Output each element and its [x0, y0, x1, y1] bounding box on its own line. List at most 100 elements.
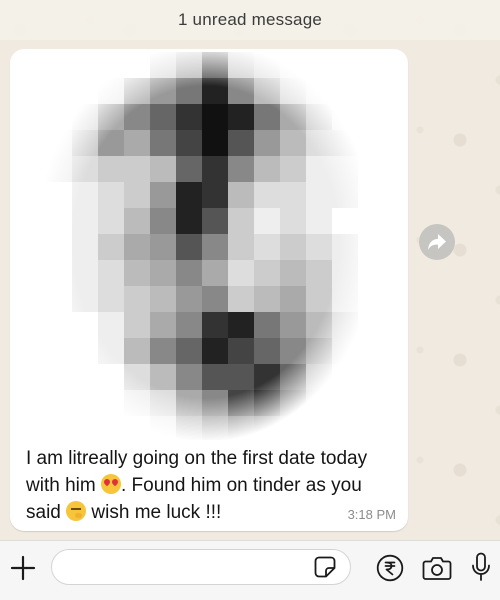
photo-pixel [306, 156, 332, 182]
photo-pixel [254, 364, 280, 390]
photo-pixel [72, 234, 98, 260]
photo-pixel [72, 208, 98, 234]
photo-pixel [46, 78, 72, 104]
photo-pixel [98, 390, 124, 416]
photo-pixel [72, 338, 98, 364]
photo-pixel [228, 234, 254, 260]
photo-pixel [98, 416, 124, 440]
photo-pixel [332, 390, 358, 416]
photo-pixel [176, 312, 202, 338]
photo-pixel [228, 312, 254, 338]
photo-pixel [358, 364, 384, 390]
photo-pixel [228, 52, 254, 78]
photo-pixel [358, 260, 384, 286]
photo-pixel [228, 78, 254, 104]
photo-pixel [202, 312, 228, 338]
photo-pixel [150, 52, 176, 78]
photo-pixel [306, 364, 332, 390]
message-line-3b: wish me luck !!! [86, 502, 222, 523]
photo-pixel [150, 286, 176, 312]
photo-pixel [202, 52, 228, 78]
photo-pixel [202, 416, 228, 440]
photo-pixel [280, 182, 306, 208]
forward-button[interactable] [419, 224, 455, 260]
photo-pixel [72, 182, 98, 208]
photo-pixel [150, 104, 176, 130]
photo-pixel [228, 338, 254, 364]
photo-pixel [254, 416, 280, 440]
photo-pixel [306, 52, 332, 78]
photo-pixel [332, 104, 358, 130]
pixelated-photo-grid [46, 52, 384, 440]
photo-pixel [254, 104, 280, 130]
photo-pixel [124, 416, 150, 440]
photo-pixel [176, 338, 202, 364]
photo-pixel [124, 104, 150, 130]
sticker-button[interactable] [314, 556, 336, 578]
photo-pixel [306, 104, 332, 130]
photo-pixel [176, 78, 202, 104]
photo-pixel [306, 260, 332, 286]
photo-pixel [358, 286, 384, 312]
photo-pixel [358, 416, 384, 440]
photo-pixel [150, 312, 176, 338]
photo-pixel [124, 182, 150, 208]
photo-pixel [150, 338, 176, 364]
message-text: I am litreally going on the first date t… [26, 445, 396, 526]
photo-pixel [306, 208, 332, 234]
photo-pixel [254, 182, 280, 208]
photo-pixel [358, 312, 384, 338]
photo-pixel [254, 312, 280, 338]
photo-pixel [98, 156, 124, 182]
photo-pixel [46, 312, 72, 338]
photo-pixel [46, 260, 72, 286]
photo-pixel [124, 234, 150, 260]
attach-button[interactable] [10, 555, 36, 581]
photo-pixel [124, 78, 150, 104]
photo-pixel [254, 260, 280, 286]
photo-pixel [332, 234, 358, 260]
photo-pixel [98, 182, 124, 208]
microphone-icon [472, 552, 490, 581]
photo-pixel [306, 338, 332, 364]
photo-pixel [124, 156, 150, 182]
photo-pixel [332, 78, 358, 104]
photo-pixel [202, 234, 228, 260]
photo-pixel [254, 338, 280, 364]
photo-pixel [202, 260, 228, 286]
photo-pixel [332, 208, 358, 234]
photo-pixel [280, 260, 306, 286]
microphone-button[interactable] [471, 552, 491, 582]
photo-pixel [254, 208, 280, 234]
unread-banner-text: 1 unread message [177, 10, 322, 29]
pixelated-photo[interactable] [16, 52, 402, 440]
photo-pixel [150, 130, 176, 156]
photo-pixel [280, 416, 306, 440]
photo-pixel [228, 182, 254, 208]
message-bubble[interactable]: I am litreally going on the first date t… [10, 49, 408, 531]
photo-pixel [150, 208, 176, 234]
photo-pixel [228, 260, 254, 286]
photo-pixel [150, 260, 176, 286]
photo-pixel [176, 52, 202, 78]
photo-pixel [306, 182, 332, 208]
photo-pixel [332, 182, 358, 208]
photo-pixel [150, 182, 176, 208]
message-input[interactable] [51, 549, 351, 585]
photo-pixel [332, 52, 358, 78]
camera-button[interactable] [422, 555, 452, 581]
photo-pixel [72, 286, 98, 312]
payment-button[interactable] [376, 554, 404, 582]
message-line-3a: said [26, 502, 67, 523]
sticker-icon [314, 556, 336, 578]
photo-pixel [46, 416, 72, 440]
photo-pixel [124, 338, 150, 364]
photo-pixel [280, 104, 306, 130]
photo-pixel [124, 286, 150, 312]
photo-pixel [254, 234, 280, 260]
photo-pixel [280, 52, 306, 78]
heart-eyes-emoji-icon [100, 474, 121, 494]
crossed-fingers-emoji-icon [66, 501, 87, 521]
photo-pixel [202, 182, 228, 208]
photo-pixel [228, 286, 254, 312]
